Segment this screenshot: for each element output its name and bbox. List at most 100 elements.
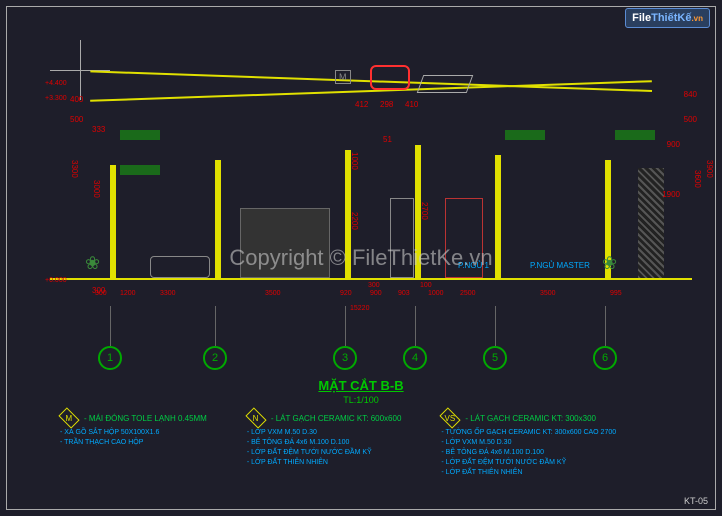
wall-5	[495, 155, 501, 280]
dim-r4: 1900	[662, 190, 680, 199]
dim-2200: 2200	[350, 212, 359, 230]
plant-icon-right: ❀	[602, 253, 632, 278]
axis-bubble-4: 4	[403, 346, 427, 370]
axis-bubble-3: 3	[333, 346, 357, 370]
sheet-number: KT-05	[684, 496, 708, 506]
dim-row-total: 15220	[50, 305, 692, 317]
legend-item: - LỚP ĐẤT THIÊN NHIÊN	[441, 469, 616, 476]
axis-bubble-2: 2	[203, 346, 227, 370]
room-label-1: P.NGỦ 1	[458, 261, 489, 270]
logo-tk: ThiếtKế	[651, 12, 691, 24]
dim-total: 15220	[350, 305, 369, 312]
hatched-wall	[638, 168, 664, 278]
axis-line	[215, 306, 216, 346]
legend-item: - BÊ TÔNG ĐÁ 4x6 M.100 D.100	[441, 449, 616, 456]
dim-d7: 903	[398, 290, 410, 297]
axis-bubble-5: 5	[483, 346, 507, 370]
dim-1000: 1000	[350, 152, 359, 170]
axis-line	[345, 306, 346, 346]
room-label-2: P.NGỦ MASTER	[530, 261, 590, 270]
legend-item: - LỚP ĐẤT THIÊN NHIÊN	[247, 459, 402, 466]
dim-d10: 3500	[540, 290, 556, 297]
marker-box	[615, 130, 655, 140]
axis-row: 1 2 3 4 5 6	[50, 330, 692, 370]
dim-l4: 333	[92, 125, 105, 134]
title-block: MẶT CẮT B-B TL:1/100	[318, 378, 403, 405]
dim-2700: 2700	[420, 202, 429, 220]
marker-box	[120, 165, 160, 175]
axis-num: 6	[602, 352, 608, 364]
axis-line	[605, 306, 606, 346]
plant-icon-left: ❀	[85, 253, 115, 278]
door-1	[390, 198, 414, 278]
drawing-scale: TL:1/100	[318, 395, 403, 405]
symbol-n: N	[253, 414, 259, 423]
legend-col-n: N - LÁT GẠCH CERAMIC KT: 600x600 - LỚP V…	[247, 412, 402, 476]
axis-num: 2	[212, 352, 218, 364]
dim-d11: 995	[610, 290, 622, 297]
dim-d8: 1000	[428, 290, 444, 297]
dim-d12: 100	[420, 282, 432, 289]
dim-l2: 500	[70, 115, 83, 124]
dim-d9: 2500	[460, 290, 476, 297]
axis-num: 5	[492, 352, 498, 364]
legend-col-m: M - MÁI ĐÓNG TOLE LẠNH 0.45MM - XÁ GỒ SẮ…	[60, 412, 207, 476]
dim-d6: 900	[370, 290, 382, 297]
dim-r1: 840	[684, 90, 697, 99]
dim-l5: 3000	[92, 180, 101, 198]
legend-item: - TRẦN THẠCH CAO HỘP	[60, 439, 207, 446]
axis-num: 1	[107, 352, 113, 364]
legend-m-title: - MÁI ĐÓNG TOLE LẠNH 0.45MM	[84, 414, 207, 423]
legend: M - MÁI ĐÓNG TOLE LẠNH 0.45MM - XÁ GỒ SẮ…	[60, 412, 702, 476]
dim-r2: 500	[684, 115, 697, 124]
legend-item: - BÊ TÔNG ĐÁ 4x6 M.100 D.100	[247, 439, 402, 446]
dim-r5: 3600	[693, 170, 702, 188]
marker-box	[505, 130, 545, 140]
legend-header: VS - LÁT GẠCH CERAMIC KT: 300x300	[441, 412, 616, 424]
axis-line	[415, 306, 416, 346]
elev-0: +0.000	[45, 277, 67, 284]
axis-line	[495, 306, 496, 346]
elev-4400: +4.400	[45, 80, 67, 87]
water-tank-icon	[370, 65, 410, 90]
drawing-title: MẶT CẮT B-B	[318, 378, 403, 393]
logo-vn: .vn	[691, 14, 703, 23]
dim-d4: 3500	[265, 290, 281, 297]
legend-n-title: - LÁT GẠCH CERAMIC KT: 600x600	[271, 414, 402, 423]
solar-panel-icon	[417, 75, 474, 93]
wall-2	[215, 160, 221, 280]
dim-l1: 400	[70, 95, 83, 104]
dim-d1: 300	[95, 290, 107, 297]
dim-d5: 920	[340, 290, 352, 297]
symbol-m: M	[66, 413, 73, 422]
sofa-icon	[150, 256, 210, 278]
axis-bubble-6: 6	[593, 346, 617, 370]
ground-line	[50, 278, 692, 280]
cad-canvas[interactable]: FileThiếtKế.vn ❀ ❀ P.NGỦ 1 P.NGỦ MASTER …	[0, 0, 722, 516]
legend-header: N - LÁT GẠCH CERAMIC KT: 600x600	[247, 412, 402, 424]
dim-l3: 3300	[70, 160, 79, 178]
axis-bubble-1: 1	[98, 346, 122, 370]
section-drawing: ❀ ❀ P.NGỦ 1 P.NGỦ MASTER +4.400 +3.300 +…	[50, 60, 692, 320]
legend-item: - LỚP VXM M.50 D.30	[441, 439, 616, 446]
axis-num: 4	[412, 352, 418, 364]
dim-upper-1: 412	[355, 100, 368, 109]
dim-d2: 1200	[120, 290, 136, 297]
dim-r3: 900	[667, 140, 680, 149]
axis-num: 3	[342, 352, 348, 364]
legend-item: - LỚP ĐẤT ĐỆM TƯỚI NƯỚC ĐẦM KỸ	[247, 449, 402, 456]
marker-m: M	[335, 70, 351, 84]
legend-v-title: - LÁT GẠCH CERAMIC KT: 300x300	[465, 414, 596, 423]
axis-line	[110, 306, 111, 346]
legend-col-v: VS - LÁT GẠCH CERAMIC KT: 300x300 - TƯỜN…	[441, 412, 616, 476]
dim-mid-300: 300	[368, 282, 380, 289]
dim-r6: 3900	[705, 160, 714, 178]
dim-row-segments: 300 1200 3300 3500 920 900 903 1000 2500…	[50, 290, 692, 302]
symbol-v: VS	[445, 413, 456, 422]
logo-file: File	[632, 12, 651, 24]
dim-51: 51	[383, 135, 392, 144]
watermark-logo: FileThiếtKế.vn	[625, 8, 710, 28]
marker-box	[120, 130, 160, 140]
dim-upper-3: 410	[405, 100, 418, 109]
elev-3300: +3.300	[45, 95, 67, 102]
